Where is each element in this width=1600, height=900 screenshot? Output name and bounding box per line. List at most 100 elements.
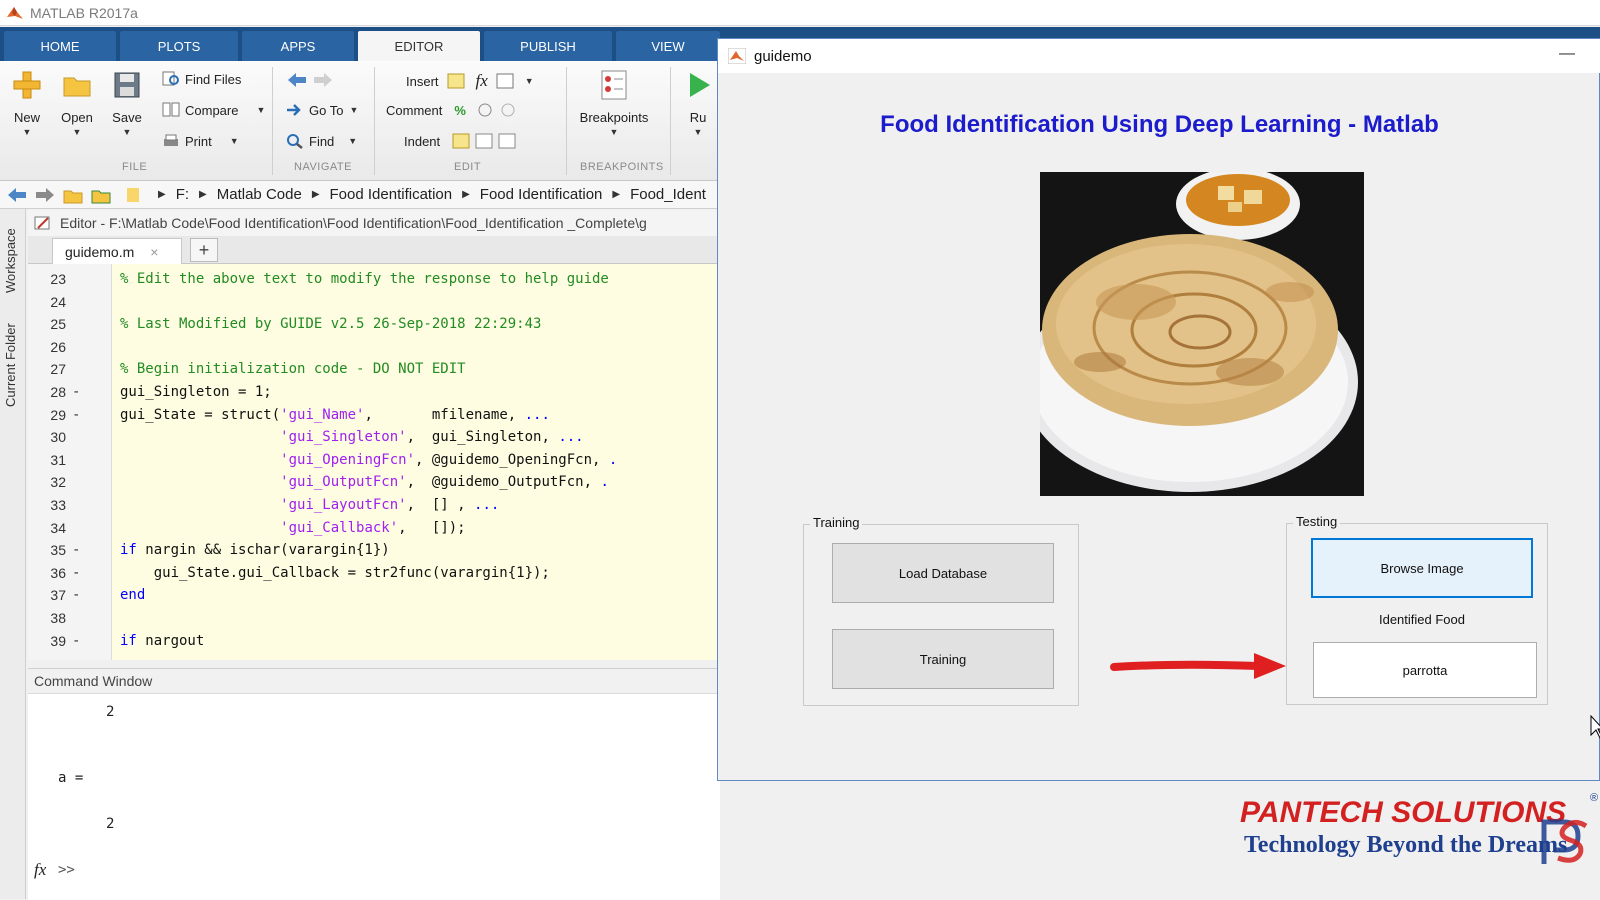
code-line[interactable]: 37- end: [28, 587, 720, 610]
wrap-comments-icon[interactable]: [499, 102, 517, 118]
run-label: Ru: [689, 110, 707, 125]
code-text: gui_State.gui_Callback = str2func(vararg…: [120, 565, 550, 581]
compare-button[interactable]: Compare ▼: [162, 102, 265, 118]
breakpoints-button[interactable]: Breakpoints ▼: [574, 69, 654, 137]
percent-comment-icon[interactable]: %: [454, 103, 466, 118]
code-line[interactable]: 23 % Edit the above text to modify the re…: [28, 271, 720, 294]
tab-home[interactable]: HOME: [4, 31, 116, 61]
code-token: 'gui_Singleton': [280, 429, 407, 446]
insert-label: Insert: [406, 73, 439, 89]
breakpoint-marker[interactable]: -: [72, 633, 80, 649]
chevron-down-icon[interactable]: ▼: [525, 76, 534, 86]
breakpoint-marker[interactable]: -: [72, 407, 80, 423]
code-text: 'gui_LayoutFcn', [] , ...: [120, 497, 499, 513]
code-line[interactable]: 33 'gui_LayoutFcn', [] , ...: [28, 497, 720, 520]
code-token: ...: [558, 429, 584, 446]
fx-icon[interactable]: fx: [476, 71, 488, 91]
close-icon[interactable]: ×: [150, 244, 158, 260]
tab-publish[interactable]: PUBLISH: [484, 31, 612, 61]
code-line[interactable]: 24: [28, 294, 720, 317]
line-number: 33: [50, 497, 66, 513]
go-to-button[interactable]: Go To ▼: [286, 102, 358, 118]
breadcrumb-food-identification[interactable]: Food Identification: [330, 186, 453, 203]
uncomment-icon[interactable]: [476, 102, 494, 118]
command-window[interactable]: 2 a = 2 fx >>: [28, 694, 720, 900]
up-folder-icon[interactable]: [62, 186, 84, 204]
run-button[interactable]: Ru ▼: [680, 69, 716, 137]
comment-button[interactable]: Comment %: [386, 102, 522, 118]
breakpoint-marker[interactable]: -: [72, 542, 80, 558]
code-line[interactable]: 34 'gui_Callback', []);: [28, 520, 720, 543]
training-button[interactable]: Training: [832, 629, 1054, 689]
code-line[interactable]: 28- gui_Singleton = 1;: [28, 384, 720, 407]
open-button[interactable]: Open ▼: [54, 69, 100, 137]
editor-tab-guidemo[interactable]: guidemo.m ×: [52, 238, 182, 264]
command-output-line: 2: [106, 704, 115, 720]
smart-indent-icon[interactable]: [452, 133, 470, 149]
code-line[interactable]: 27 % Begin initialization code - DO NOT E…: [28, 361, 720, 384]
breakpoint-marker[interactable]: -: [72, 565, 80, 581]
code-line[interactable]: 25 % Last Modified by GUIDE v2.5 26-Sep-2…: [28, 316, 720, 339]
breadcrumb-arrow-icon: ▶: [462, 189, 470, 200]
insert-button[interactable]: Insert fx ▼: [406, 71, 534, 91]
breakpoint-marker[interactable]: -: [72, 384, 80, 400]
identified-food-result-field[interactable]: parrotta: [1313, 642, 1537, 698]
breadcrumb-food-ident[interactable]: Food_Ident: [630, 186, 706, 203]
code-line[interactable]: 38: [28, 610, 720, 633]
new-button[interactable]: New ▼: [4, 69, 50, 137]
food-image-axes: [1040, 172, 1364, 496]
tab-plots[interactable]: PLOTS: [120, 31, 238, 61]
breakpoint-marker[interactable]: -: [72, 587, 80, 603]
code-token: , gui_Singleton,: [406, 429, 559, 446]
code-line[interactable]: 30 'gui_Singleton', gui_Singleton, ...: [28, 429, 720, 452]
code-token: 'gui_Callback': [280, 519, 399, 536]
code-line[interactable]: 39- if nargout: [28, 633, 720, 656]
indent-less-icon[interactable]: [498, 133, 516, 149]
code-editor[interactable]: 23 % Edit the above text to modify the re…: [28, 264, 720, 660]
breadcrumb-drive[interactable]: F:: [176, 186, 189, 203]
line-number: 25: [50, 316, 66, 333]
load-database-button[interactable]: Load Database: [832, 543, 1054, 603]
browse-image-button[interactable]: Browse Image: [1311, 538, 1533, 598]
find-files-button[interactable]: Find Files: [162, 71, 241, 87]
save-button[interactable]: Save ▼: [104, 69, 150, 137]
code-text: end: [120, 587, 145, 603]
back-arrow-icon[interactable]: [6, 186, 28, 204]
code-line[interactable]: 29- gui_State = struct('gui_Name', mfilen…: [28, 407, 720, 430]
code-line[interactable]: 31 'gui_OpeningFcn', @guidemo_OpeningFcn…: [28, 452, 720, 475]
code-token: end: [120, 587, 146, 604]
insert-function-icon[interactable]: [496, 73, 514, 89]
find-button[interactable]: Find ▼: [286, 133, 357, 149]
code-line[interactable]: 36- gui_State.gui_Callback = str2func(va…: [28, 565, 720, 588]
code-line[interactable]: 35- if nargin && ischar(varargin{1}): [28, 542, 720, 565]
line-number: 24: [50, 293, 66, 310]
new-tab-button[interactable]: +: [190, 238, 218, 262]
line-number: 37: [50, 587, 66, 604]
breakpoints-group-label: BREAKPOINTS: [580, 161, 664, 173]
minimize-button[interactable]: —: [1559, 45, 1575, 63]
tab-apps[interactable]: APPS: [242, 31, 354, 61]
current-folder-tab[interactable]: Current Folder: [3, 323, 18, 407]
app-titlebar: MATLAB R2017a: [0, 0, 1600, 26]
breadcrumb-matlab-code[interactable]: Matlab Code: [217, 186, 302, 203]
tab-editor[interactable]: EDITOR: [358, 31, 480, 61]
tab-view[interactable]: VIEW: [616, 31, 720, 61]
open-label: Open: [61, 110, 93, 125]
ps-monogram-icon: [1541, 819, 1588, 864]
code-token: 'gui_LayoutFcn': [280, 497, 407, 513]
back-forward-buttons[interactable]: [286, 71, 334, 89]
code-token: % Begin initialization code - DO NOT EDI…: [120, 361, 466, 378]
fx-icon[interactable]: fx: [34, 860, 46, 880]
code-line[interactable]: 32 'gui_OutputFcn', @guidemo_OutputFcn, …: [28, 474, 720, 497]
workspace-tab[interactable]: Workspace: [3, 228, 18, 293]
forward-arrow-icon[interactable]: [34, 186, 56, 204]
find-label: Find: [309, 133, 335, 149]
print-button[interactable]: Print ▼: [162, 133, 239, 149]
indent-button[interactable]: Indent: [404, 133, 521, 149]
breadcrumb-food-identification-sub[interactable]: Food Identification: [480, 186, 603, 203]
browse-folder-icon[interactable]: [90, 186, 112, 204]
indent-more-icon[interactable]: [475, 133, 493, 149]
code-line[interactable]: 26: [28, 339, 720, 362]
